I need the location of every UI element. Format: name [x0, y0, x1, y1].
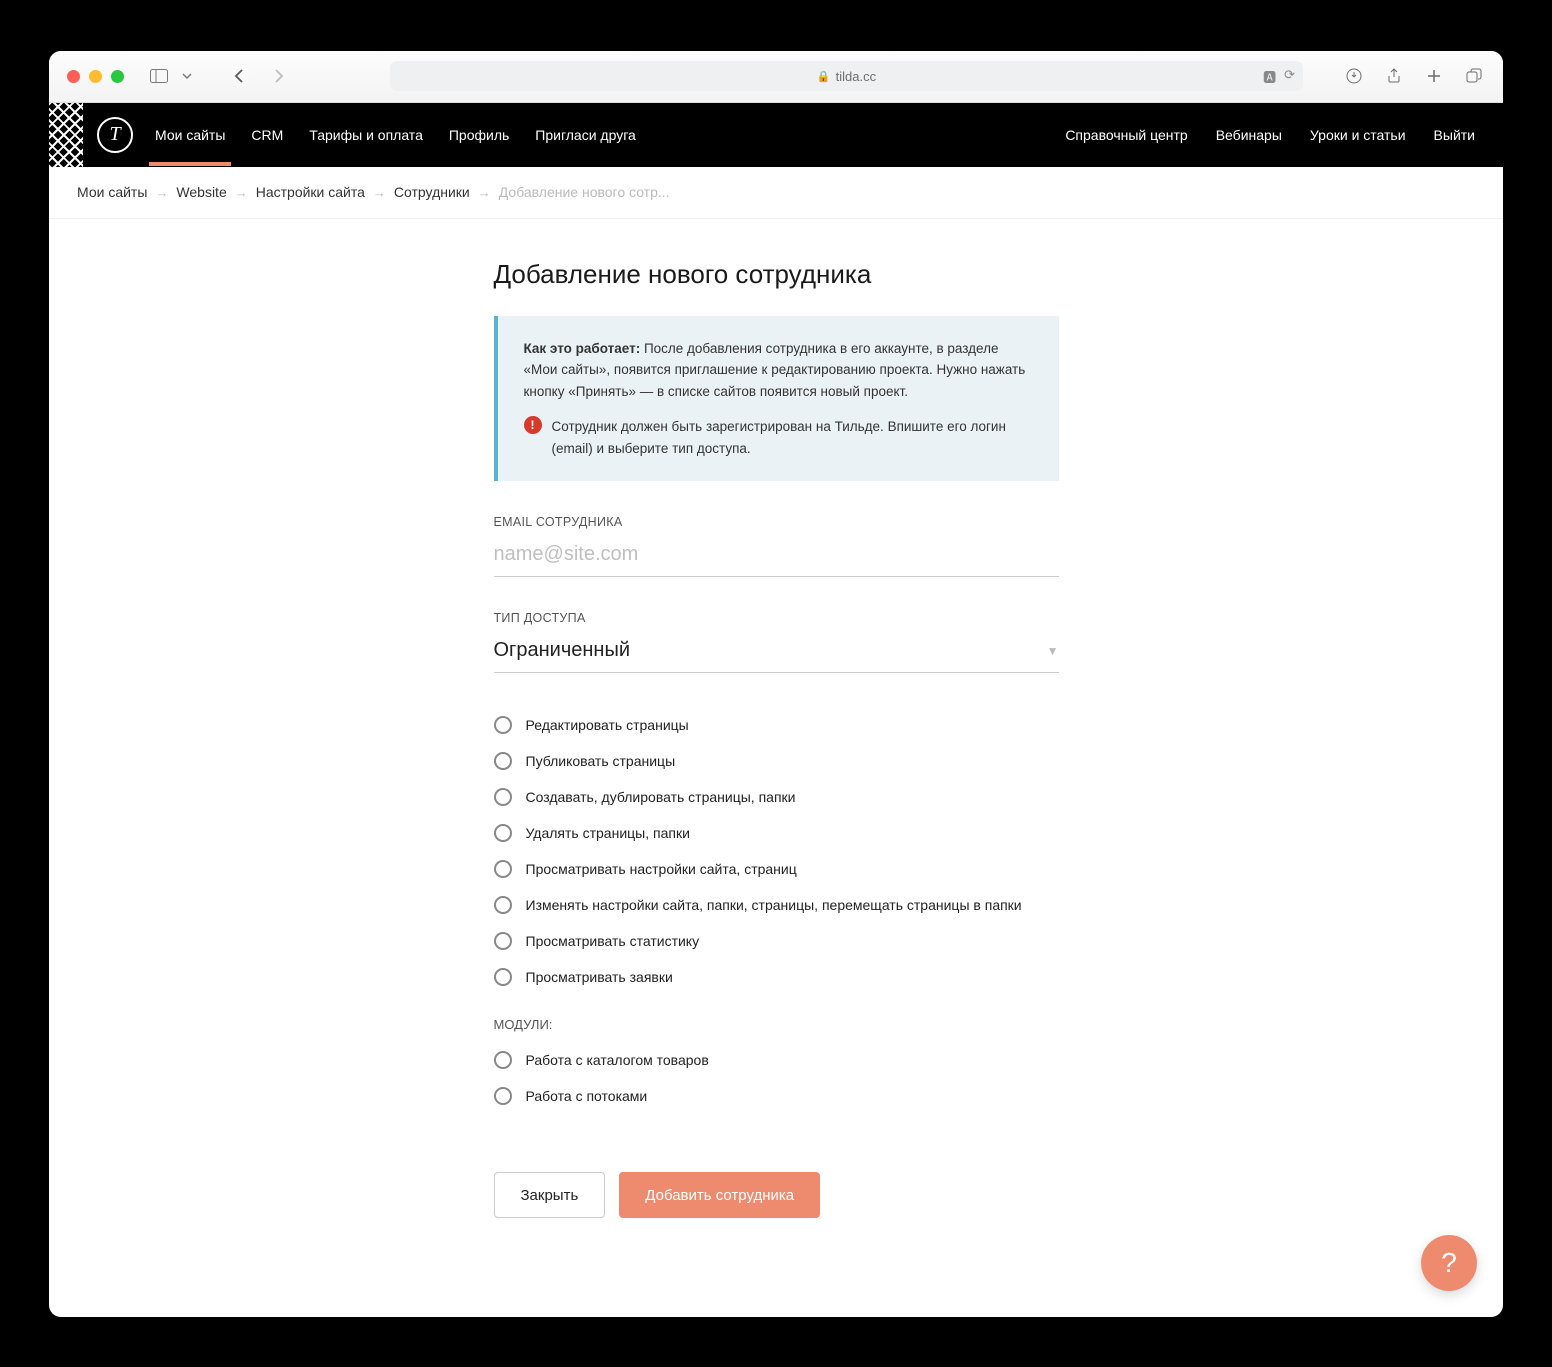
nav-tariffs[interactable]: Тарифы и оплата	[309, 105, 423, 165]
logo-icon[interactable]: T	[97, 117, 133, 153]
crumb-my-sites[interactable]: Мои сайты	[77, 184, 147, 200]
brand-pattern	[49, 103, 83, 167]
nav-invite[interactable]: Пригласи друга	[535, 105, 636, 165]
chevron-down-icon[interactable]	[176, 65, 198, 87]
back-icon[interactable]	[228, 65, 250, 87]
top-nav: T Мои сайты CRM Тарифы и оплата Профиль …	[49, 103, 1503, 167]
page-title: Добавление нового сотрудника	[494, 259, 1059, 290]
permission-label: Удалять страницы, папки	[526, 825, 690, 841]
module-label: Работа с каталогом товаров	[526, 1052, 709, 1068]
checkbox-icon	[494, 860, 512, 878]
window-controls	[67, 70, 124, 83]
add-employee-button[interactable]: Добавить сотрудника	[619, 1172, 820, 1218]
permission-view-settings[interactable]: Просматривать настройки сайта, страниц	[494, 851, 1059, 887]
permission-edit-pages[interactable]: Редактировать страницы	[494, 707, 1059, 743]
forward-icon[interactable]	[268, 65, 290, 87]
nav-profile[interactable]: Профиль	[449, 105, 509, 165]
checkbox-icon	[494, 824, 512, 842]
help-fab[interactable]: ?	[1421, 1235, 1477, 1291]
info-bold: Как это работает:	[524, 341, 641, 356]
close-window-icon[interactable]	[67, 70, 80, 83]
access-type-select[interactable]: Ограниченный ▼	[494, 635, 1059, 673]
crumb-current: Добавление нового сотр...	[499, 184, 670, 200]
permission-delete-pages[interactable]: Удалять страницы, папки	[494, 815, 1059, 851]
permission-label: Редактировать страницы	[526, 717, 689, 733]
permission-label: Публиковать страницы	[526, 753, 676, 769]
titlebar-right	[1343, 65, 1485, 87]
checkbox-icon	[494, 716, 512, 734]
nav-help-center[interactable]: Справочный центр	[1065, 105, 1187, 165]
module-label: Работа с потоками	[526, 1088, 648, 1104]
nav-right: Справочный центр Вебинары Уроки и статьи…	[1065, 105, 1475, 165]
checkbox-icon	[494, 896, 512, 914]
permission-label: Просматривать статистику	[526, 933, 700, 949]
access-value: Ограниченный	[494, 639, 631, 662]
url-host: tilda.cc	[836, 69, 876, 84]
nav-logout[interactable]: Выйти	[1434, 105, 1475, 165]
tabs-icon[interactable]	[1463, 65, 1485, 87]
button-row: Закрыть Добавить сотрудника	[494, 1172, 1059, 1218]
checkbox-icon	[494, 788, 512, 806]
crumb-sep: →	[373, 185, 386, 200]
permission-label: Просматривать настройки сайта, страниц	[526, 861, 797, 877]
close-button[interactable]: Закрыть	[494, 1172, 606, 1218]
crumb-website[interactable]: Website	[176, 184, 226, 200]
permission-edit-settings[interactable]: Изменять настройки сайта, папки, страниц…	[494, 887, 1059, 923]
permission-view-leads[interactable]: Просматривать заявки	[494, 959, 1059, 995]
access-field-group: ТИП ДОСТУПА Ограниченный ▼	[494, 611, 1059, 673]
checkbox-icon	[494, 968, 512, 986]
module-streams[interactable]: Работа с потоками	[494, 1078, 1059, 1114]
logo-letter: T	[109, 123, 120, 146]
checkbox-icon	[494, 752, 512, 770]
sidebar-toggle-group	[148, 65, 198, 87]
nav-lessons[interactable]: Уроки и статьи	[1310, 105, 1406, 165]
maximize-window-icon[interactable]	[111, 70, 124, 83]
modules-list: Работа с каталогом товаров Работа с пото…	[494, 1042, 1059, 1114]
modules-label: МОДУЛИ:	[494, 1017, 1059, 1032]
module-catalog[interactable]: Работа с каталогом товаров	[494, 1042, 1059, 1078]
email-input[interactable]	[494, 539, 1059, 577]
reload-icon[interactable]: ⟳	[1284, 67, 1295, 86]
crumb-site-settings[interactable]: Настройки сайта	[256, 184, 365, 200]
url-bar[interactable]: 🔒 tilda.cc 🅰 ⟳	[390, 61, 1303, 91]
checkbox-icon	[494, 1087, 512, 1105]
nav-arrows	[228, 65, 290, 87]
warning-icon: !	[524, 416, 542, 434]
permission-label: Просматривать заявки	[526, 969, 673, 985]
crumb-sep: →	[155, 185, 168, 200]
warning-text: Сотрудник должен быть зарегистрирован на…	[552, 416, 1033, 459]
sidebar-icon[interactable]	[148, 65, 170, 87]
browser-window: 🔒 tilda.cc 🅰 ⟳ T Мои сайт	[49, 51, 1503, 1317]
crumb-sep: →	[478, 185, 491, 200]
nav-crm[interactable]: CRM	[251, 105, 283, 165]
permissions-list: Редактировать страницы Публиковать стран…	[494, 707, 1059, 995]
checkbox-icon	[494, 932, 512, 950]
share-icon[interactable]	[1383, 65, 1405, 87]
nav-my-sites[interactable]: Мои сайты	[155, 105, 225, 165]
content: Добавление нового сотрудника Как это раб…	[49, 219, 1503, 1259]
lock-icon: 🔒	[817, 70, 831, 83]
permission-publish-pages[interactable]: Публиковать страницы	[494, 743, 1059, 779]
permission-label: Изменять настройки сайта, папки, страниц…	[526, 897, 1022, 913]
chevron-down-icon: ▼	[1047, 644, 1059, 658]
breadcrumb: Мои сайты → Website → Настройки сайта → …	[49, 167, 1503, 219]
permission-create-pages[interactable]: Создавать, дублировать страницы, папки	[494, 779, 1059, 815]
permission-view-stats[interactable]: Просматривать статистику	[494, 923, 1059, 959]
checkbox-icon	[494, 1051, 512, 1069]
email-field-group: EMAIL СОТРУДНИКА	[494, 515, 1059, 577]
crumb-employees[interactable]: Сотрудники	[394, 184, 470, 200]
email-label: EMAIL СОТРУДНИКА	[494, 515, 1059, 529]
permission-label: Создавать, дублировать страницы, папки	[526, 789, 796, 805]
nav-webinars[interactable]: Вебинары	[1216, 105, 1282, 165]
nav-left: Мои сайты CRM Тарифы и оплата Профиль Пр…	[155, 105, 636, 165]
crumb-sep: →	[235, 185, 248, 200]
downloads-icon[interactable]	[1343, 65, 1365, 87]
access-label: ТИП ДОСТУПА	[494, 611, 1059, 625]
info-box: Как это работает: После добавления сотру…	[494, 316, 1059, 482]
translate-icon[interactable]: 🅰	[1263, 67, 1276, 86]
minimize-window-icon[interactable]	[89, 70, 102, 83]
new-tab-icon[interactable]	[1423, 65, 1445, 87]
titlebar: 🔒 tilda.cc 🅰 ⟳	[49, 51, 1503, 103]
